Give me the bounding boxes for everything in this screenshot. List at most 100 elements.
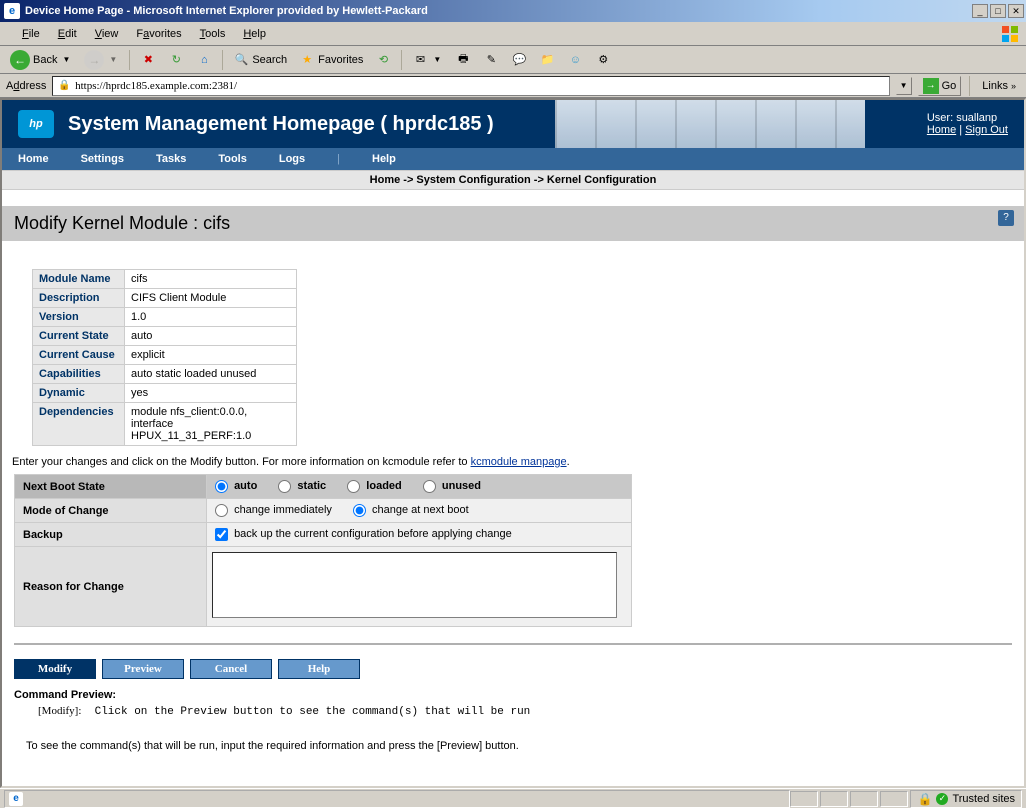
user-info: User: suallanp Home | Sign Out	[927, 112, 1008, 136]
next-boot-label: Next Boot State	[15, 475, 207, 499]
cmd-text: Click on the Preview button to see the c…	[95, 706, 531, 718]
status-zone[interactable]: 🔒 ✓ Trusted sites	[910, 790, 1022, 808]
address-input-wrap: 🔒	[52, 76, 889, 96]
menu-view[interactable]: View	[87, 25, 127, 43]
menu-favorites[interactable]: Favorites	[128, 25, 189, 43]
discuss-icon: 💬	[511, 52, 527, 68]
edit-button[interactable]: ✎	[479, 50, 503, 70]
radio-unused[interactable]: unused	[423, 480, 481, 492]
messenger-button[interactable]: ☺	[563, 50, 587, 70]
history-icon: ⟲	[375, 52, 391, 68]
preview-button[interactable]: Preview	[102, 659, 184, 679]
go-button[interactable]: →Go	[918, 76, 962, 96]
status-segment	[880, 791, 908, 807]
menu-edit[interactable]: Edit	[50, 25, 85, 43]
smh-nav: Home Settings Tasks Tools Logs | Help	[2, 148, 1024, 170]
minimize-button[interactable]: _	[972, 4, 988, 18]
backup-label: Backup	[15, 523, 207, 547]
mail-button[interactable]: ✉▼	[408, 50, 447, 70]
divider	[14, 643, 1012, 645]
nav-separator: |	[337, 153, 340, 165]
nav-home[interactable]: Home	[18, 153, 49, 165]
smh-title: System Management Homepage ( hprdc185 )	[68, 113, 494, 136]
chevron-down-icon: ▼	[107, 55, 119, 64]
menu-tools[interactable]: Tools	[192, 25, 234, 43]
extra-button[interactable]: ⚙	[591, 50, 615, 70]
print-button[interactable]: 🖶	[451, 50, 475, 70]
modify-form: Next Boot State auto static loaded unuse…	[14, 474, 632, 627]
modify-button[interactable]: Modify	[14, 659, 96, 679]
current-state-value: auto	[125, 327, 297, 346]
history-button[interactable]: ⟲	[371, 50, 395, 70]
nav-help[interactable]: Help	[372, 153, 396, 165]
reason-textarea[interactable]	[212, 552, 617, 618]
discuss-button[interactable]: 💬	[507, 50, 531, 70]
status-segment	[850, 791, 878, 807]
maximize-button[interactable]: □	[990, 4, 1006, 18]
toolbar: ←Back▼ →▼ ✖ ↻ ⌂ 🔍Search ★Favorites ⟲ ✉▼ …	[0, 46, 1026, 74]
module-name-value: cifs	[125, 270, 297, 289]
menu-help[interactable]: Help	[235, 25, 274, 43]
current-state-label: Current State	[33, 327, 125, 346]
window-title: Device Home Page - Microsoft Internet Ex…	[25, 5, 428, 17]
ie-icon: e	[4, 3, 20, 19]
radio-loaded[interactable]: loaded	[347, 480, 402, 492]
module-name-label: Module Name	[33, 270, 125, 289]
zone-label: Trusted sites	[952, 793, 1015, 805]
mode-label: Mode of Change	[15, 499, 207, 523]
edit-icon: ✎	[483, 52, 499, 68]
star-icon: ★	[299, 52, 315, 68]
nav-settings[interactable]: Settings	[81, 153, 124, 165]
help-button[interactable]: Help	[278, 659, 360, 679]
cancel-button[interactable]: Cancel	[190, 659, 272, 679]
nav-logs[interactable]: Logs	[279, 153, 305, 165]
stop-button[interactable]: ✖	[136, 50, 160, 70]
address-dropdown[interactable]: ▼	[896, 77, 912, 95]
window-controls: _ □ ✕	[970, 4, 1024, 18]
nav-tools[interactable]: Tools	[218, 153, 247, 165]
reason-label: Reason for Change	[15, 547, 207, 627]
manpage-link[interactable]: kcmodule manpage	[471, 456, 567, 468]
current-cause-label: Current Cause	[33, 346, 125, 365]
status-left: e	[4, 790, 790, 808]
radio-nextboot[interactable]: change at next boot	[353, 504, 469, 516]
research-button[interactable]: 📁	[535, 50, 559, 70]
statusbar: e 🔒 ✓ Trusted sites	[0, 788, 1026, 808]
address-label: Address	[6, 80, 46, 92]
refresh-button[interactable]: ↻	[164, 50, 188, 70]
check-icon: ✓	[936, 793, 948, 805]
nav-tasks[interactable]: Tasks	[156, 153, 186, 165]
radio-immediate[interactable]: change immediately	[215, 504, 332, 516]
dependencies-value: module nfs_client:0.0.0, interface HPUX_…	[125, 403, 297, 446]
signout-link[interactable]: Sign Out	[965, 124, 1008, 136]
window-titlebar: e Device Home Page - Microsoft Internet …	[0, 0, 1026, 22]
menu-file[interactable]: File	[14, 25, 48, 43]
home-link[interactable]: Home	[927, 124, 956, 136]
home-button[interactable]: ⌂	[192, 50, 216, 70]
page-status-icon: e	[9, 792, 23, 806]
search-button[interactable]: 🔍Search	[229, 50, 291, 70]
windows-logo-icon	[1000, 24, 1020, 44]
close-button[interactable]: ✕	[1008, 4, 1024, 18]
page-title-bar: Modify Kernel Module : cifs ?	[2, 206, 1024, 241]
status-segment	[790, 791, 818, 807]
radio-auto[interactable]: auto	[215, 480, 257, 492]
cmd-hint: To see the command(s) that will be run, …	[2, 726, 1024, 766]
chevron-down-icon[interactable]: ▼	[431, 55, 443, 64]
dependencies-label: Dependencies	[33, 403, 125, 446]
favorites-button[interactable]: ★Favorites	[295, 50, 367, 70]
chevron-down-icon[interactable]: ▼	[60, 55, 72, 64]
radio-static[interactable]: static	[278, 480, 326, 492]
help-icon[interactable]: ?	[998, 210, 1014, 226]
next-boot-options: auto static loaded unused	[207, 475, 632, 499]
checkbox-backup[interactable]: back up the current configuration before…	[215, 528, 512, 540]
version-label: Version	[33, 308, 125, 327]
back-arrow-icon: ←	[10, 50, 30, 70]
content-area: hp System Management Homepage ( hprdc185…	[0, 98, 1026, 788]
search-icon: 🔍	[233, 52, 249, 68]
address-input[interactable]	[75, 80, 885, 92]
description-label: Description	[33, 289, 125, 308]
messenger-icon: ☺	[567, 52, 583, 68]
back-button[interactable]: ←Back▼	[6, 48, 76, 72]
links-button[interactable]: Links »	[978, 80, 1020, 92]
